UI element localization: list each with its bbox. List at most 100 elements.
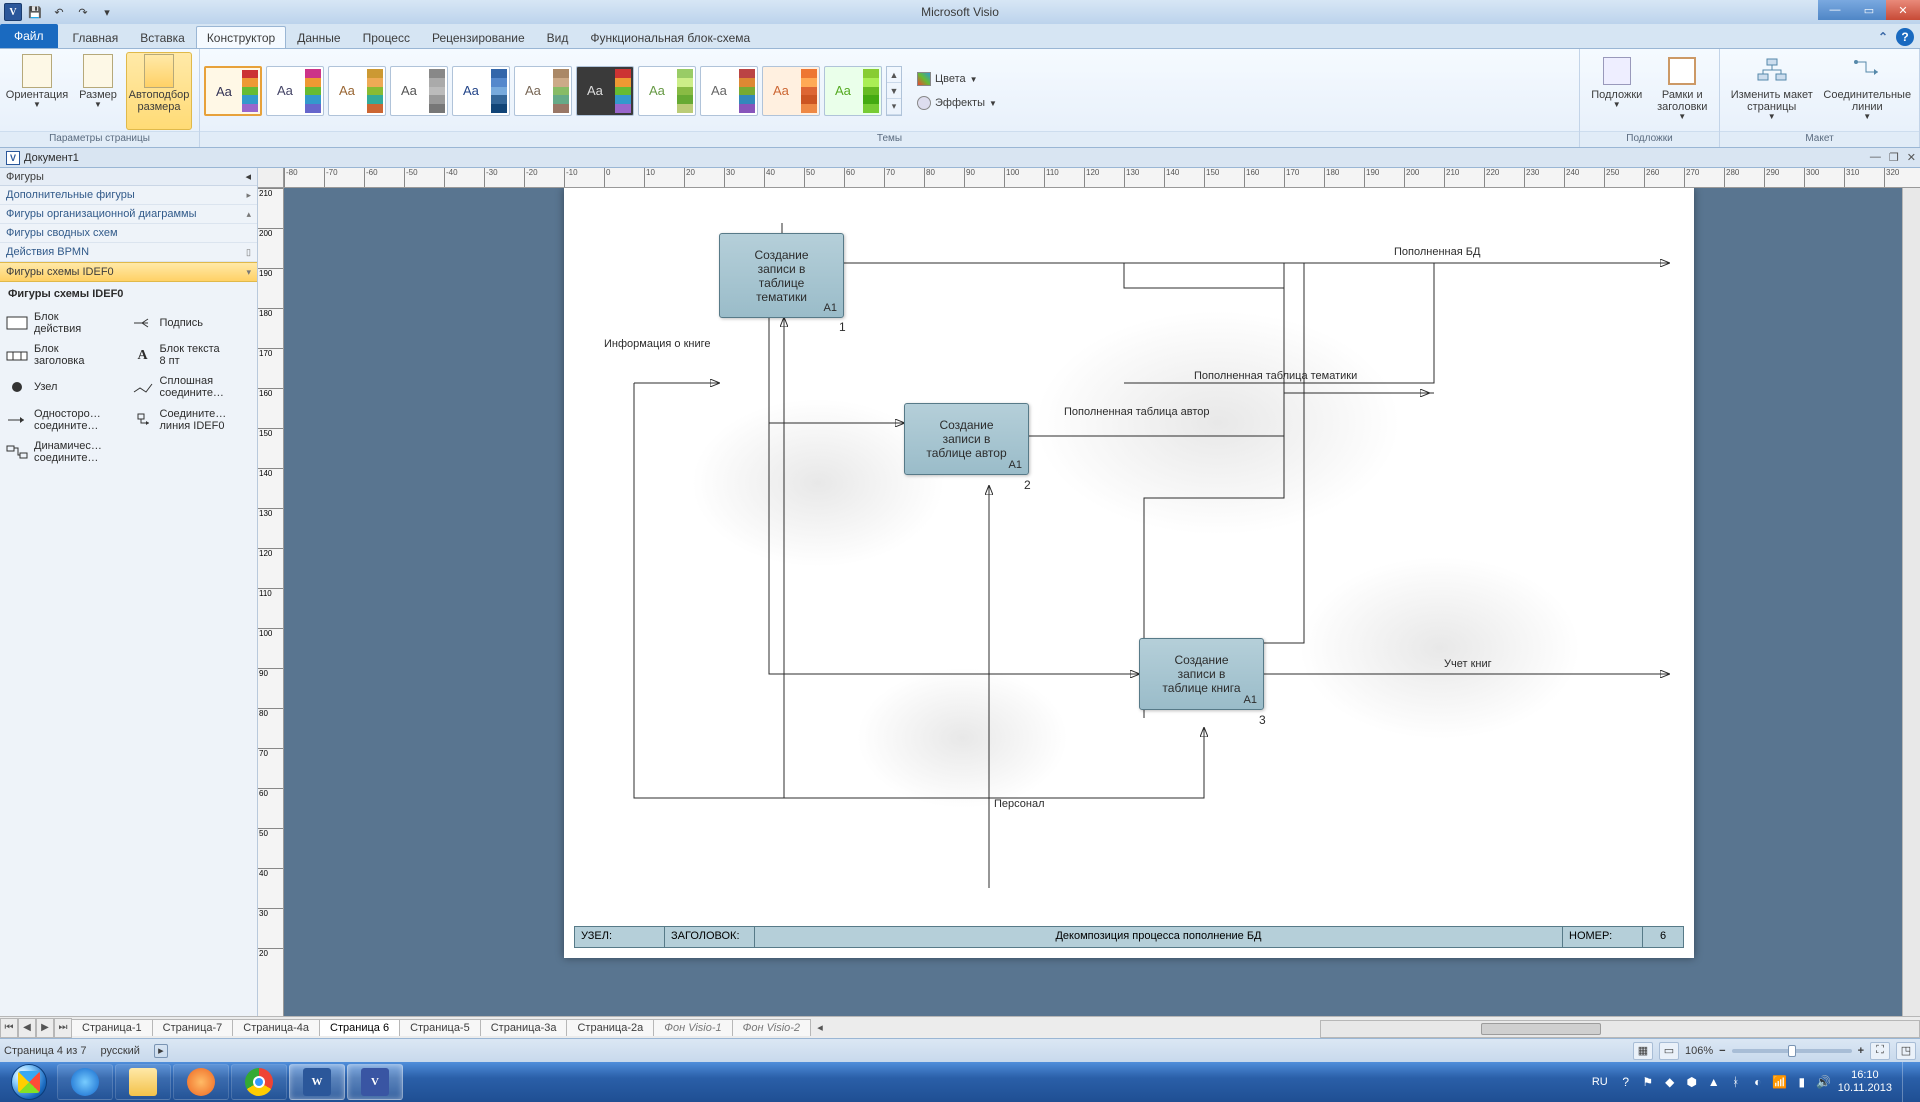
idef-box-3[interactable]: Создание записи в таблице книга A1	[1139, 638, 1264, 710]
mdi-restore-icon[interactable]: ❐	[1889, 151, 1899, 164]
theme-swatch[interactable]: Aa	[762, 66, 820, 116]
status-zoom[interactable]: 106%	[1685, 1045, 1713, 1057]
fullscreen-icon[interactable]: ◳	[1896, 1042, 1916, 1060]
mdi-close-icon[interactable]: ✕	[1907, 151, 1916, 164]
document-tab[interactable]: V Документ1	[0, 151, 85, 165]
view-mode-icon[interactable]: ▭	[1659, 1042, 1679, 1060]
tab-home[interactable]: Главная	[62, 26, 130, 48]
tab-process[interactable]: Процесс	[352, 26, 421, 48]
page-tab[interactable]: Страница-5	[399, 1019, 481, 1036]
shape-stencil[interactable]: Динамичес… соедините…	[4, 437, 128, 467]
minimize-button[interactable]: —	[1818, 0, 1852, 20]
taskbar-ie[interactable]	[57, 1064, 113, 1100]
view-mode-icon[interactable]: ▦	[1633, 1042, 1653, 1060]
show-desktop-button[interactable]	[1902, 1062, 1914, 1102]
theme-gallery-scroll[interactable]: ▲▼▾	[886, 66, 902, 116]
orientation-button[interactable]: Ориентация▼	[4, 52, 70, 130]
page-tab[interactable]: Страница-4a	[232, 1019, 320, 1036]
tab-review[interactable]: Рецензирование	[421, 26, 536, 48]
connectors-button[interactable]: Соединительные линии▼	[1820, 52, 1916, 130]
theme-swatch[interactable]: Aa	[204, 66, 262, 116]
qat-customize-icon[interactable]: ▾	[96, 2, 118, 22]
page-tab-active[interactable]: Страница 6	[319, 1019, 400, 1036]
shape-stencil[interactable]: Соедините… линия IDEF0	[130, 405, 254, 435]
shape-stencil[interactable]: Подпись	[130, 308, 254, 338]
theme-swatch[interactable]: Aa	[824, 66, 882, 116]
tray-app-icon[interactable]: ◆	[1662, 1074, 1678, 1090]
zoom-out-icon[interactable]: −	[1719, 1045, 1725, 1057]
undo-icon[interactable]: ↶	[48, 2, 70, 22]
shapes-category[interactable]: Дополнительные фигуры▸	[0, 186, 257, 205]
theme-swatch[interactable]: Aa	[328, 66, 386, 116]
canvas-inner[interactable]: Создание записи в таблице тематики A1 1 …	[284, 188, 1920, 1016]
tab-data[interactable]: Данные	[286, 26, 351, 48]
shape-stencil[interactable]: Узел	[4, 372, 128, 402]
page-tab[interactable]: Страница-3a	[480, 1019, 568, 1036]
drawing-page[interactable]: Создание записи в таблице тематики A1 1 …	[564, 188, 1694, 958]
shape-stencil[interactable]: Сплошная соедините…	[130, 372, 254, 402]
tray-app-icon[interactable]: ◐	[1750, 1074, 1766, 1090]
page-tab-scroll-icon[interactable]: ◂	[811, 1021, 829, 1034]
redo-icon[interactable]: ↷	[72, 2, 94, 22]
shape-stencil[interactable]: Односторо… соедините…	[4, 405, 128, 435]
taskbar-explorer[interactable]	[115, 1064, 171, 1100]
vertical-scrollbar[interactable]	[1902, 168, 1920, 1016]
tray-bluetooth-icon[interactable]: ᚼ	[1728, 1074, 1744, 1090]
status-lang[interactable]: русский	[100, 1045, 139, 1057]
theme-swatch[interactable]: Aa	[576, 66, 634, 116]
canvas[interactable]: -80-70-60-50-40-30-20-100102030405060708…	[258, 168, 1920, 1016]
horizontal-scrollbar[interactable]	[1320, 1020, 1920, 1038]
shape-stencil[interactable]: Блок действия	[4, 308, 128, 338]
frames-button[interactable]: Рамки и заголовки▼	[1650, 52, 1716, 130]
idef-box-2[interactable]: Создание записи в таблице автор A1	[904, 403, 1029, 475]
tab-flowchart[interactable]: Функциональная блок-схема	[579, 26, 761, 48]
scroll-thumb[interactable]	[1481, 1023, 1601, 1035]
zoom-slider[interactable]	[1732, 1049, 1852, 1053]
theme-swatch[interactable]: Aa	[452, 66, 510, 116]
close-button[interactable]: ✕	[1886, 0, 1920, 20]
backdrops-button[interactable]: Подложки▼	[1584, 52, 1650, 130]
zoom-thumb[interactable]	[1788, 1045, 1796, 1057]
shape-stencil[interactable]: AБлок текста 8 пт	[130, 340, 254, 370]
tray-network-icon[interactable]: 📶	[1772, 1074, 1788, 1090]
page-tab[interactable]: Страница-1	[71, 1019, 153, 1036]
theme-swatch[interactable]: Aa	[700, 66, 758, 116]
macro-record-icon[interactable]: ▸	[154, 1044, 168, 1058]
zoom-in-icon[interactable]: +	[1858, 1045, 1864, 1057]
autofit-button[interactable]: Автоподбор размера	[126, 52, 192, 130]
idef-title-block[interactable]: УЗЕЛ: ЗАГОЛОВОК: Декомпозиция процесса п…	[574, 926, 1684, 948]
shapes-collapse-icon[interactable]: ◂	[245, 170, 251, 183]
theme-swatch[interactable]: Aa	[514, 66, 572, 116]
page-tab[interactable]: Страница-7	[152, 1019, 234, 1036]
shape-stencil[interactable]: Блок заголовка	[4, 340, 128, 370]
tray-lang[interactable]: RU	[1588, 1076, 1612, 1088]
maximize-button[interactable]: ▭	[1852, 0, 1886, 20]
size-button[interactable]: Размер▼	[72, 52, 124, 130]
theme-swatch[interactable]: Aa	[266, 66, 324, 116]
relayout-button[interactable]: Изменить макет страницы▼	[1724, 52, 1820, 130]
tray-action-center-icon[interactable]: ⚑	[1640, 1074, 1656, 1090]
help-icon[interactable]: ?	[1896, 28, 1914, 46]
page-nav-prev-icon[interactable]: ◀	[18, 1018, 36, 1038]
save-icon[interactable]: 💾	[24, 2, 46, 22]
page-nav-last-icon[interactable]: ⏭	[54, 1018, 72, 1038]
page-nav-next-icon[interactable]: ▶	[36, 1018, 54, 1038]
theme-swatch[interactable]: Aa	[390, 66, 448, 116]
tab-view[interactable]: Вид	[536, 26, 580, 48]
tray-volume-icon[interactable]: 🔊	[1816, 1074, 1832, 1090]
theme-swatch[interactable]: Aa	[638, 66, 696, 116]
tab-insert[interactable]: Вставка	[129, 26, 196, 48]
tab-design[interactable]: Конструктор	[196, 26, 286, 48]
page-tab-bg[interactable]: Фон Visio-1	[653, 1019, 732, 1036]
idef-box-1[interactable]: Создание записи в таблице тематики A1	[719, 233, 844, 318]
start-button[interactable]	[2, 1062, 56, 1102]
page-tab[interactable]: Страница-2a	[566, 1019, 654, 1036]
taskbar-word[interactable]: W	[289, 1064, 345, 1100]
tray-app-icon[interactable]: ⬢	[1684, 1074, 1700, 1090]
tray-app-icon[interactable]: ▲	[1706, 1074, 1722, 1090]
tray-clock[interactable]: 16:10 10.11.2013	[1838, 1069, 1892, 1095]
shapes-category[interactable]: Фигуры организационной диаграммы▴	[0, 205, 257, 224]
page-tab-bg[interactable]: Фон Visio-2	[732, 1019, 811, 1036]
page-nav-first-icon[interactable]: ⏮	[0, 1018, 18, 1038]
app-icon[interactable]: V	[4, 3, 22, 21]
